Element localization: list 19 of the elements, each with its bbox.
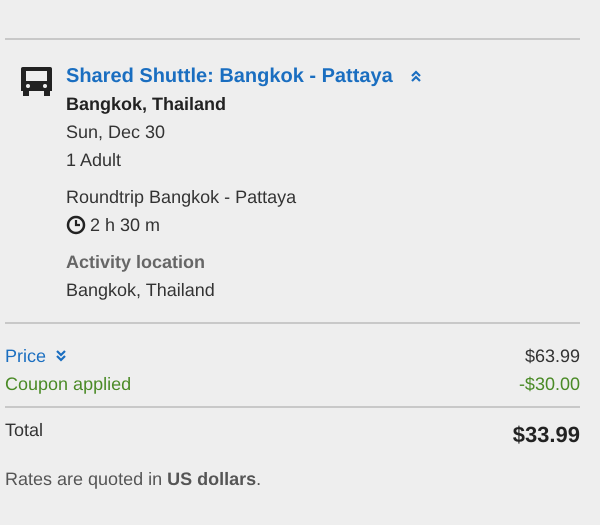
total-amount: $33.99	[512, 421, 580, 449]
collapse-icon[interactable]	[410, 70, 421, 82]
total-label: Total	[5, 419, 44, 442]
coupon-label: Coupon applied	[5, 373, 132, 396]
travelers-text: 1 Adult	[66, 149, 122, 172]
coupon-amount: -$30.00	[518, 373, 580, 396]
location-heading: Activity location	[66, 251, 206, 274]
currency-note: Rates are quoted in US dollars.	[5, 469, 262, 490]
description-text: Roundtrip Bangkok - Pattaya	[66, 186, 298, 209]
clock-icon	[66, 215, 86, 235]
date-text: Sun, Dec 30	[66, 121, 166, 144]
price-amount: $63.99	[524, 345, 580, 368]
activity-title-link[interactable]: Shared Shuttle: Bangkok - Pattaya	[66, 62, 393, 90]
price-link[interactable]: Price	[5, 342, 46, 370]
location-detail-text: Bangkok, Thailand	[66, 279, 216, 302]
expand-icon[interactable]	[56, 350, 66, 362]
location-text: Bangkok, Thailand	[66, 93, 228, 116]
bus-icon	[20, 65, 53, 98]
duration-text: 2 h 30 m	[90, 214, 160, 237]
